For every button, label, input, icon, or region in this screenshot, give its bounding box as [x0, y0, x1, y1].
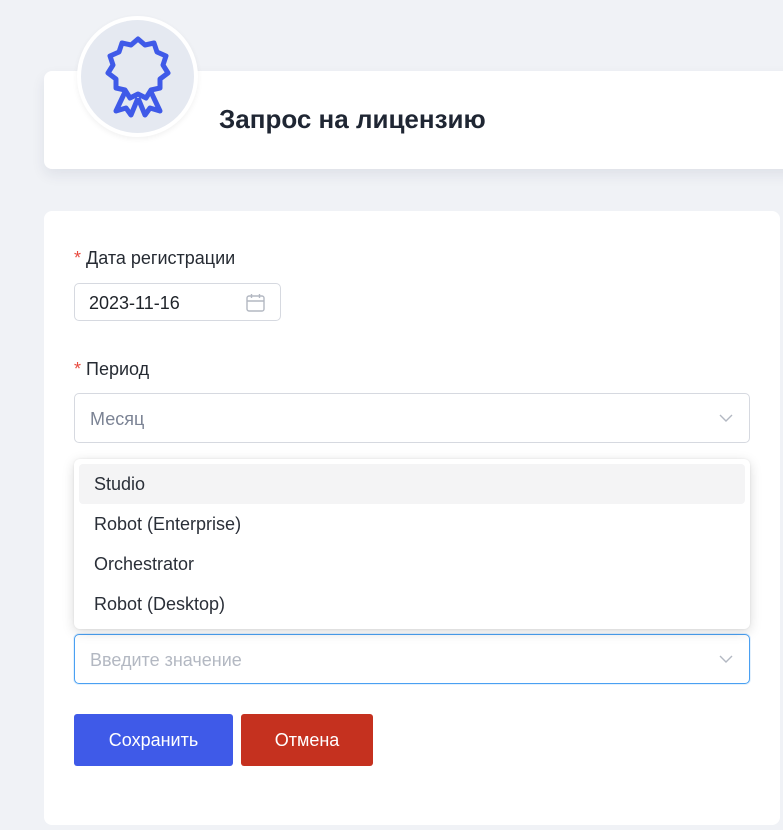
dropdown-option-robot-enterprise[interactable]: Robot (Enterprise): [79, 504, 745, 544]
product-dropdown: Studio Robot (Enterprise) Orchestrator R…: [74, 459, 750, 629]
period-label: * Период: [74, 359, 149, 380]
registration-date-input[interactable]: 2023-11-16: [74, 283, 281, 321]
registration-date-label-text: Дата регистрации: [86, 248, 236, 268]
award-badge: [81, 20, 194, 133]
required-mark: *: [74, 248, 82, 268]
chevron-down-icon: [719, 414, 733, 422]
registration-date-label: * Дата регистрации: [74, 248, 235, 269]
chevron-down-icon: [719, 655, 733, 663]
dropdown-option-orchestrator[interactable]: Orchestrator: [79, 544, 745, 584]
calendar-icon[interactable]: [246, 293, 265, 312]
page-title: Запрос на лицензию: [219, 104, 486, 134]
dropdown-option-robot-desktop[interactable]: Robot (Desktop): [79, 584, 745, 624]
period-select[interactable]: Месяц: [74, 393, 750, 443]
license-request-page: Запрос на лицензию * Дата регистрации 202…: [0, 0, 783, 830]
period-label-text: Период: [86, 359, 150, 379]
period-select-value: Месяц: [90, 409, 145, 429]
product-select[interactable]: Введите значение: [74, 634, 750, 684]
award-ribbon-icon: [105, 36, 170, 117]
registration-date-value: 2023-11-16: [89, 293, 180, 313]
cancel-button[interactable]: Отмена: [241, 714, 373, 766]
dropdown-option-studio[interactable]: Studio: [79, 464, 745, 504]
required-mark: *: [74, 359, 82, 379]
save-button[interactable]: Сохранить: [74, 714, 233, 766]
product-select-placeholder: Введите значение: [90, 650, 242, 670]
